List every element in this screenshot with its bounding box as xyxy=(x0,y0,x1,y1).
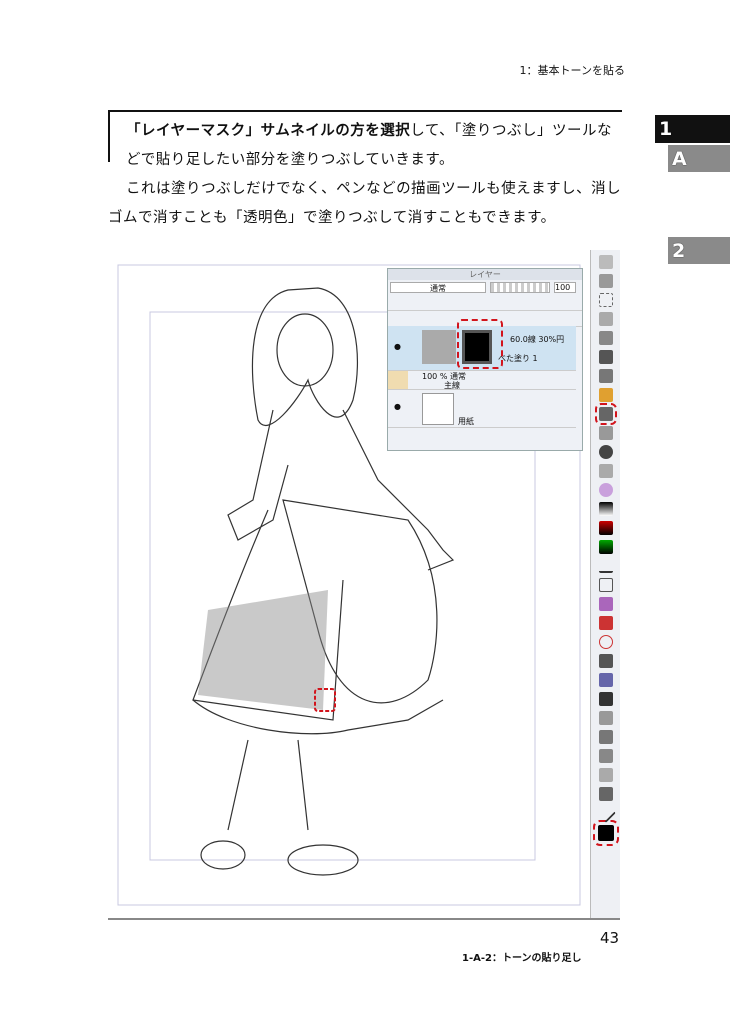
brush-tool-icon[interactable] xyxy=(598,369,613,383)
fill-tool-icon[interactable] xyxy=(594,403,617,425)
tool-palette[interactable] xyxy=(590,250,620,918)
opacity-value[interactable]: 100 xyxy=(554,282,576,293)
chapter-tab: 1 xyxy=(655,115,730,143)
lasso-tool-icon[interactable] xyxy=(598,312,613,326)
figure-caption: 1-A-2：トーンの貼り足し xyxy=(462,953,582,964)
pen-variant-icon[interactable] xyxy=(598,749,613,763)
frame-tool-icon[interactable] xyxy=(598,578,613,592)
layer-thumbnail[interactable] xyxy=(422,393,454,425)
vector-icon[interactable] xyxy=(598,711,613,725)
pencil-tool-icon[interactable] xyxy=(598,388,613,402)
selection-tool-icon[interactable] xyxy=(598,293,613,307)
gradient-red-icon[interactable] xyxy=(598,521,613,535)
move-tool-icon[interactable] xyxy=(598,274,613,288)
eye-icon[interactable]: ● xyxy=(394,342,401,351)
text-tool-icon[interactable] xyxy=(598,597,613,611)
zoom-tool-icon[interactable] xyxy=(598,255,613,269)
layer-row-folder[interactable]: 100 % 通常 主線 xyxy=(388,371,576,390)
layer-info: 60.0線 30%円 xyxy=(510,335,565,344)
main-color-swatch[interactable] xyxy=(592,820,619,846)
layer-toolbar[interactable] xyxy=(388,295,582,311)
section-tab: A xyxy=(668,145,730,172)
line-tool-icon[interactable] xyxy=(598,559,613,573)
layer-thumbnail[interactable] xyxy=(422,330,456,364)
bold-text: 「レイヤーマスク」サムネイルの方を選択 xyxy=(126,123,411,139)
gradient-green-icon[interactable] xyxy=(598,540,613,554)
chain-icon[interactable] xyxy=(598,768,613,782)
eraser-tool-icon[interactable] xyxy=(598,426,613,440)
text-red-icon[interactable] xyxy=(598,616,613,630)
running-header: 1：基本トーンを貼る xyxy=(519,64,625,77)
opacity-slider[interactable] xyxy=(490,282,550,293)
brush-variant-icon[interactable] xyxy=(598,787,613,801)
perspective-icon[interactable] xyxy=(598,673,613,687)
blend-tool-icon[interactable] xyxy=(598,464,613,478)
gradient-icon[interactable] xyxy=(598,502,613,516)
layer-row-paper[interactable]: ● 用紙 xyxy=(388,390,576,428)
callout-paragraph: 「レイヤーマスク」サムネイルの方を選択して、「塗りつぶし」ツールなどで貼り足した… xyxy=(126,117,626,175)
body-paragraph: これは塗りつぶしだけでなく、ペンなどの描画ツールも使えますし、消しゴムで消すこと… xyxy=(108,181,622,226)
mask-highlight xyxy=(457,319,503,369)
next-chapter-tab: 2 xyxy=(668,237,730,264)
blob-tool-icon[interactable] xyxy=(598,445,613,459)
slash-icon[interactable] xyxy=(595,803,616,823)
decoration-icon[interactable] xyxy=(598,730,613,744)
layer-name: 用紙 xyxy=(458,417,474,426)
ruler-tool-icon[interactable] xyxy=(598,654,613,668)
correct-line-icon[interactable] xyxy=(598,692,613,706)
blend-mode-select[interactable]: 通常 xyxy=(390,282,486,293)
pen-tool-icon[interactable] xyxy=(598,350,613,364)
page-number: 43 xyxy=(600,929,620,947)
panel-title: レイヤー xyxy=(388,269,582,280)
layer-panel: レイヤー 通常 100 ● 60.0線 30%円 べた塗り 1 100 % 通常… xyxy=(387,268,583,451)
eyedropper-icon[interactable] xyxy=(598,331,613,345)
airbrush-icon[interactable] xyxy=(598,483,613,497)
balloon-tool-icon[interactable] xyxy=(598,635,613,649)
eye-icon[interactable]: ● xyxy=(394,402,401,411)
layer-name: べた塗り 1 xyxy=(498,354,538,363)
